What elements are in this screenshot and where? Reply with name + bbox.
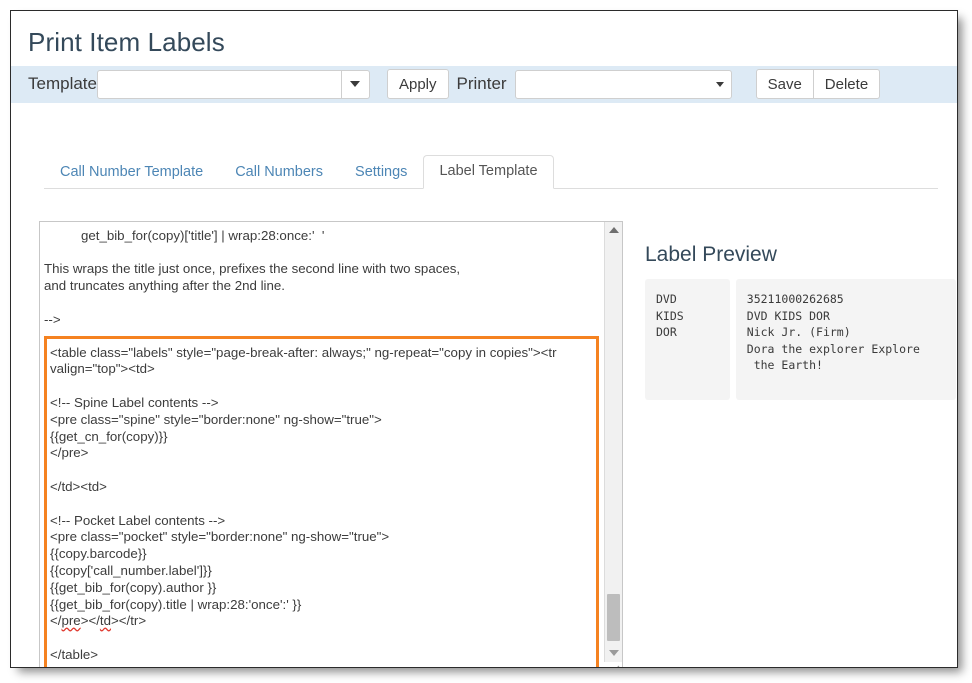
save-button[interactable]: Save (755, 69, 814, 100)
scrollbar-thumb[interactable] (607, 593, 620, 641)
template-label: Template (28, 74, 97, 94)
spine-label-preview: DVD KIDS DOR (645, 279, 730, 400)
triangle-up-icon (608, 227, 619, 234)
tab-call-number-template[interactable]: Call Number Template (44, 156, 219, 189)
editor-text-content[interactable]: get_bib_for(copy)['title'] | wrap:28:onc… (44, 227, 599, 667)
misspelled-word-pre: pre (61, 613, 81, 629)
scroll-up-button[interactable] (605, 222, 622, 239)
tab-label-template[interactable]: Label Template (423, 155, 554, 189)
editor-scrollbar[interactable] (604, 221, 622, 662)
tab-call-numbers[interactable]: Call Numbers (219, 156, 339, 189)
template-toolbar: Template Apply Printer Save Delete (11, 65, 957, 103)
scroll-down-button[interactable] (605, 645, 622, 662)
pocket-label-preview: 35211000262685 DVD KIDS DOR Nick Jr. (Fi… (735, 279, 956, 400)
application-window: Print Item Labels Template Apply Printer… (10, 10, 958, 668)
template-combobox[interactable] (96, 69, 370, 99)
tab-bar: Call Number Template Call Numbers Settin… (44, 155, 938, 189)
page-content: Call Number Template Call Numbers Settin… (11, 103, 957, 667)
apply-button[interactable]: Apply (386, 69, 449, 100)
highlighted-code-block: <table class="labels" style="page-break-… (44, 335, 599, 667)
resize-grip-icon[interactable] (604, 661, 622, 667)
code-segment-2: ></ (80, 613, 100, 629)
template-dropdown-button[interactable] (341, 69, 370, 99)
label-preview-title: Label Preview (645, 242, 777, 266)
template-input[interactable] (96, 69, 342, 99)
triangle-down-icon (608, 650, 619, 657)
tab-settings[interactable]: Settings (339, 156, 423, 189)
label-preview-panel: Label Preview DVD KIDS DOR 3521100026268… (636, 243, 956, 400)
misspelled-word-td: td (99, 613, 112, 629)
printer-select[interactable] (514, 69, 732, 99)
delete-button[interactable]: Delete (813, 69, 881, 100)
chevron-down-icon (350, 81, 361, 88)
label-template-editor[interactable]: get_bib_for(copy)['title'] | wrap:28:onc… (39, 220, 623, 667)
editor-intro-text: get_bib_for(copy)['title'] | wrap:28:onc… (44, 227, 461, 327)
page-title: Print Item Labels (28, 27, 225, 57)
printer-label: Printer (456, 74, 507, 94)
code-segment-1: <table class="labels" style="page-break-… (50, 344, 557, 629)
label-preview-labels: DVD KIDS DOR 35211000262685 DVD KIDS DOR… (645, 279, 956, 400)
printer-select-wrapper (514, 69, 732, 99)
editor-scroll-viewport[interactable]: get_bib_for(copy)['title'] | wrap:28:onc… (40, 222, 603, 667)
save-delete-button-group: Save Delete (755, 69, 881, 100)
